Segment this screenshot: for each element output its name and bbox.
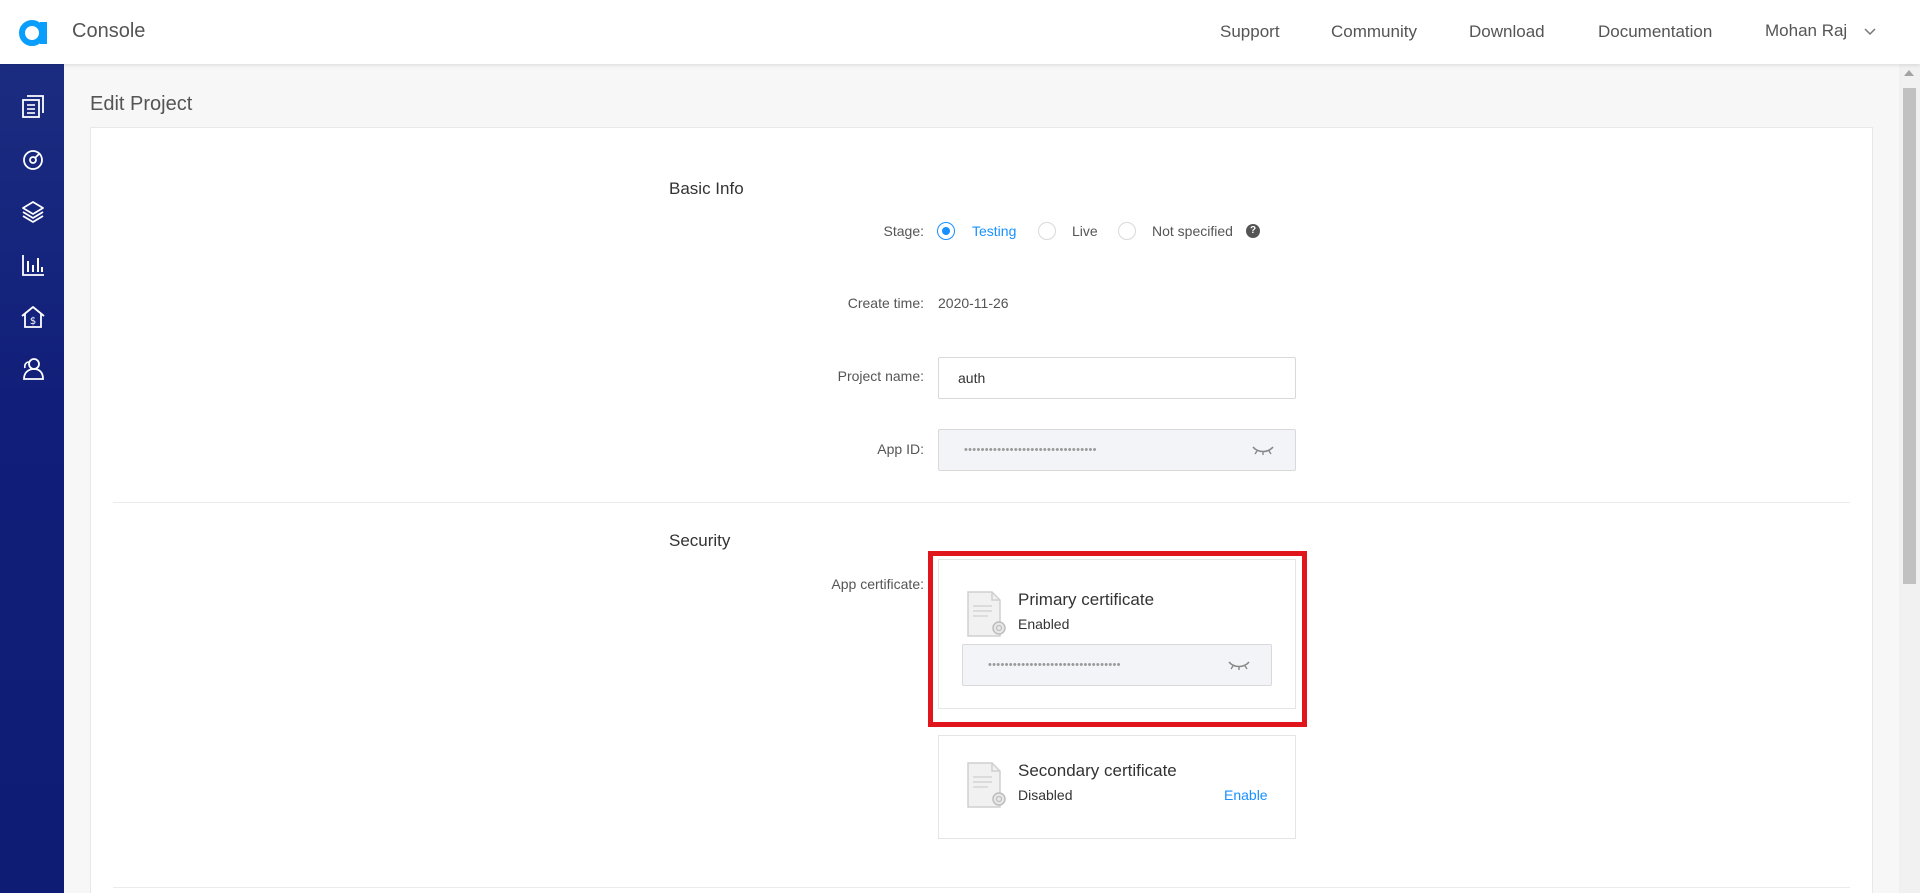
analytics-icon[interactable] xyxy=(20,252,46,278)
svg-text:$: $ xyxy=(30,316,36,327)
basic-info-heading: Basic Info xyxy=(669,179,744,198)
enable-secondary-certificate-link[interactable]: Enable xyxy=(1224,787,1268,803)
stage-not-specified-radio[interactable] xyxy=(1118,222,1136,240)
create-time-label: Create time: xyxy=(847,295,924,311)
stage-live-radio[interactable] xyxy=(1038,222,1056,240)
page-title: Edit Project xyxy=(90,93,193,115)
help-icon[interactable]: ? xyxy=(1246,224,1260,238)
user-menu-name[interactable]: Mohan Raj xyxy=(1765,21,1847,41)
usage-gauge-icon[interactable] xyxy=(20,147,46,173)
section-divider xyxy=(113,502,1850,503)
project-name-label: Project name: xyxy=(837,368,924,384)
nav-community-link[interactable]: Community xyxy=(1331,22,1417,42)
secondary-certificate-status: Disabled xyxy=(1018,787,1073,803)
scroll-thumb[interactable] xyxy=(1903,88,1916,584)
members-icon[interactable] xyxy=(20,356,46,382)
chevron-down-icon[interactable] xyxy=(1863,25,1877,39)
stage-testing-radio[interactable] xyxy=(937,222,955,240)
stage-not-specified-label[interactable]: Not specified xyxy=(1152,223,1233,239)
stage-label: Stage: xyxy=(883,223,924,239)
stage-live-label[interactable]: Live xyxy=(1072,223,1098,239)
billing-icon[interactable]: $ xyxy=(20,304,46,330)
section-divider xyxy=(113,887,1850,888)
app-title: Console xyxy=(72,20,146,42)
nav-support-link[interactable]: Support xyxy=(1220,22,1280,42)
app-certificate-label: App certificate: xyxy=(831,576,924,592)
top-bar: Console Support Community Download Docum… xyxy=(0,0,1920,64)
project-name-input[interactable] xyxy=(938,357,1296,399)
create-time-value: 2020-11-26 xyxy=(938,295,1009,311)
nav-download-link[interactable]: Download xyxy=(1469,22,1545,42)
agora-logo[interactable] xyxy=(18,16,50,48)
highlight-box xyxy=(928,551,1307,727)
stage-testing-label[interactable]: Testing xyxy=(972,223,1016,239)
eye-closed-icon[interactable] xyxy=(1251,443,1275,457)
certificate-icon xyxy=(967,762,1006,808)
app-id-label: App ID: xyxy=(877,441,924,457)
sidebar: $ xyxy=(0,64,64,893)
app-id-masked-value: •••••••••••••••••••••••••••••••• xyxy=(964,444,1097,456)
projects-icon[interactable] xyxy=(20,94,46,120)
secondary-certificate-title: Secondary certificate xyxy=(1018,761,1177,780)
nav-documentation-link[interactable]: Documentation xyxy=(1598,22,1712,42)
scroll-up-arrow-icon[interactable] xyxy=(1904,70,1914,76)
security-heading: Security xyxy=(669,531,731,550)
page-scrollbar[interactable] xyxy=(1899,64,1920,893)
layers-icon[interactable] xyxy=(20,199,46,225)
